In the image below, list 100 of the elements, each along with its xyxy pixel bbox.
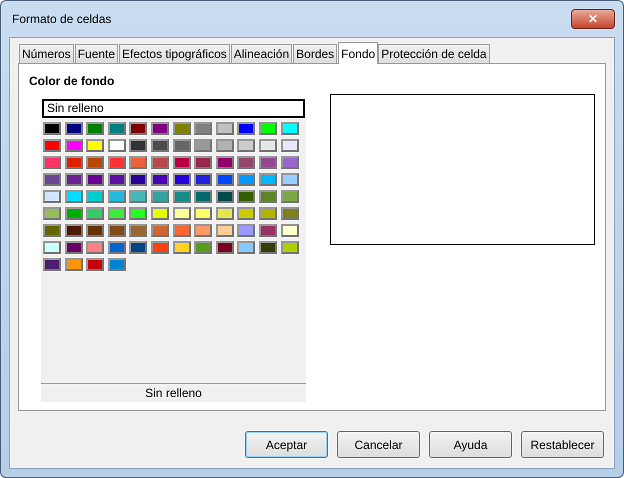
color-swatch[interactable] bbox=[86, 139, 104, 152]
color-swatch[interactable] bbox=[172, 207, 191, 220]
color-swatch[interactable] bbox=[280, 122, 299, 135]
color-swatch[interactable] bbox=[129, 190, 148, 203]
color-swatch[interactable] bbox=[43, 190, 61, 203]
color-swatch[interactable] bbox=[194, 190, 212, 203]
color-swatch[interactable] bbox=[237, 173, 256, 186]
color-swatch[interactable] bbox=[108, 224, 126, 237]
color-swatch[interactable] bbox=[43, 224, 61, 237]
color-swatch[interactable] bbox=[64, 139, 83, 152]
color-swatch[interactable] bbox=[108, 241, 126, 254]
color-swatch[interactable] bbox=[216, 207, 234, 220]
color-swatch[interactable] bbox=[194, 139, 212, 152]
tab[interactable]: Números bbox=[19, 44, 74, 63]
color-swatch[interactable] bbox=[86, 258, 104, 271]
color-swatch[interactable] bbox=[86, 156, 104, 169]
color-swatch[interactable] bbox=[280, 241, 299, 254]
color-swatch[interactable] bbox=[172, 241, 191, 254]
color-swatch[interactable] bbox=[43, 173, 61, 186]
color-swatch[interactable] bbox=[108, 207, 126, 220]
color-swatch[interactable] bbox=[150, 173, 169, 186]
color-swatch[interactable] bbox=[216, 190, 234, 203]
tab[interactable]: Fuente bbox=[74, 44, 118, 63]
color-swatch[interactable] bbox=[86, 224, 104, 237]
color-swatch[interactable] bbox=[194, 156, 212, 169]
color-swatch[interactable] bbox=[172, 156, 191, 169]
dialog-button[interactable]: Ayuda bbox=[429, 431, 512, 458]
tab[interactable]: Bordes bbox=[293, 44, 338, 63]
color-swatch[interactable] bbox=[108, 122, 126, 135]
color-swatch[interactable] bbox=[258, 207, 277, 220]
color-swatch[interactable] bbox=[129, 156, 148, 169]
color-swatch[interactable] bbox=[280, 156, 299, 169]
color-swatch[interactable] bbox=[150, 241, 169, 254]
color-swatch[interactable] bbox=[258, 224, 277, 237]
color-swatch[interactable] bbox=[280, 139, 299, 152]
color-swatch[interactable] bbox=[150, 156, 169, 169]
color-swatch[interactable] bbox=[43, 207, 61, 220]
dialog-button[interactable]: Restablecer bbox=[521, 431, 604, 458]
color-swatch[interactable] bbox=[194, 207, 212, 220]
color-swatch[interactable] bbox=[194, 173, 212, 186]
color-swatch[interactable] bbox=[216, 122, 234, 135]
color-swatch[interactable] bbox=[172, 190, 191, 203]
color-swatch[interactable] bbox=[237, 156, 256, 169]
color-swatch[interactable] bbox=[86, 173, 104, 186]
color-swatch[interactable] bbox=[129, 224, 148, 237]
color-swatch[interactable] bbox=[150, 139, 169, 152]
color-swatch[interactable] bbox=[64, 190, 83, 203]
color-swatch[interactable] bbox=[280, 224, 299, 237]
color-swatch[interactable] bbox=[216, 224, 234, 237]
color-swatch[interactable] bbox=[172, 139, 191, 152]
color-swatch[interactable] bbox=[258, 173, 277, 186]
color-swatch[interactable] bbox=[150, 122, 169, 135]
color-swatch[interactable] bbox=[129, 173, 148, 186]
color-swatch[interactable] bbox=[43, 156, 61, 169]
color-swatch[interactable] bbox=[237, 241, 256, 254]
color-swatch[interactable] bbox=[108, 190, 126, 203]
color-swatch[interactable] bbox=[150, 224, 169, 237]
color-swatch[interactable] bbox=[194, 122, 212, 135]
color-swatch[interactable] bbox=[237, 207, 256, 220]
color-swatch[interactable] bbox=[108, 156, 126, 169]
tab[interactable]: Efectos tipográficos bbox=[119, 44, 230, 63]
color-swatch[interactable] bbox=[172, 173, 191, 186]
color-swatch[interactable] bbox=[43, 258, 61, 271]
color-swatch[interactable] bbox=[258, 241, 277, 254]
color-swatch[interactable] bbox=[150, 190, 169, 203]
color-swatch[interactable] bbox=[86, 190, 104, 203]
color-swatch[interactable] bbox=[280, 207, 299, 220]
color-swatch[interactable] bbox=[258, 139, 277, 152]
color-swatch[interactable] bbox=[150, 207, 169, 220]
color-swatch[interactable] bbox=[86, 122, 104, 135]
color-swatch[interactable] bbox=[258, 122, 277, 135]
dialog-button[interactable]: Aceptar bbox=[245, 431, 328, 458]
color-swatch[interactable] bbox=[129, 122, 148, 135]
color-swatch[interactable] bbox=[86, 241, 104, 254]
color-swatch[interactable] bbox=[258, 156, 277, 169]
color-swatch[interactable] bbox=[172, 224, 191, 237]
tab[interactable]: Fondo bbox=[338, 42, 378, 64]
color-swatch[interactable] bbox=[64, 122, 83, 135]
color-swatch[interactable] bbox=[258, 190, 277, 203]
color-swatch[interactable] bbox=[216, 156, 234, 169]
color-swatch[interactable] bbox=[194, 224, 212, 237]
color-swatch[interactable] bbox=[64, 156, 83, 169]
tab[interactable]: Alineación bbox=[230, 44, 292, 63]
color-swatch[interactable] bbox=[172, 122, 191, 135]
color-swatch[interactable] bbox=[129, 241, 148, 254]
color-swatch[interactable] bbox=[280, 190, 299, 203]
color-swatch[interactable] bbox=[64, 241, 83, 254]
color-swatch[interactable] bbox=[43, 241, 61, 254]
no-fill-item[interactable]: Sin relleno bbox=[42, 99, 305, 118]
color-swatch[interactable] bbox=[237, 139, 256, 152]
color-swatch[interactable] bbox=[237, 224, 256, 237]
color-swatch[interactable] bbox=[108, 258, 126, 271]
dialog-button[interactable]: Cancelar bbox=[337, 431, 420, 458]
color-swatch[interactable] bbox=[64, 173, 83, 186]
color-swatch[interactable] bbox=[280, 173, 299, 186]
color-swatch[interactable] bbox=[216, 139, 234, 152]
color-swatch[interactable] bbox=[237, 190, 256, 203]
color-swatch[interactable] bbox=[216, 241, 234, 254]
color-swatch[interactable] bbox=[43, 122, 61, 135]
color-swatch[interactable] bbox=[64, 258, 83, 271]
